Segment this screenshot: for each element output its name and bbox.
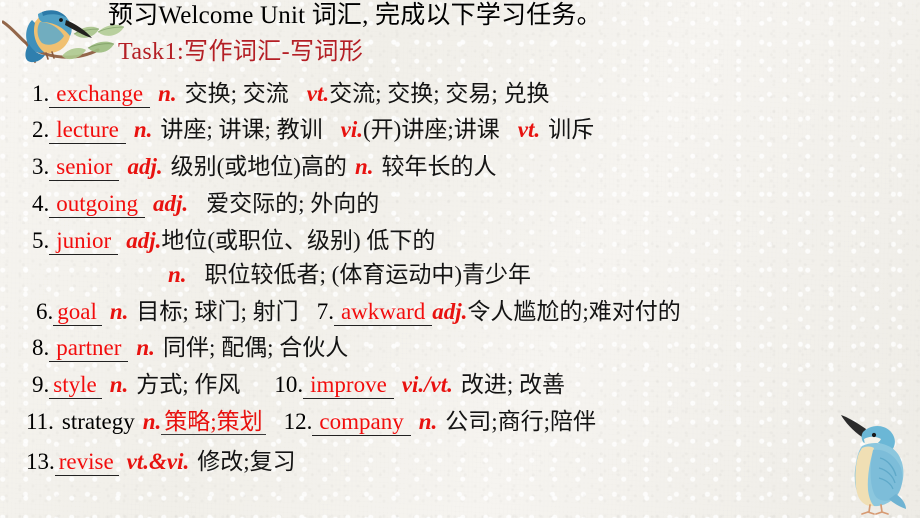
item-number: 1. [32,81,50,106]
gloss-text: 交流; 交换; 交易; 兑换 [329,81,550,106]
slide-canvas: 预习Welcome Unit 词汇, 完成以下学习任务。 Task1:写作词汇-… [0,0,920,518]
item-number: 13. [26,449,55,474]
pos-abbr: adj. [126,228,162,253]
gloss-text: 级别(或地位)高的 [170,154,347,179]
vocab-item-11: 11. strategy n. 策略;策划 12. company n. 公司;商行;陪伴 [26,410,596,436]
item-number: 8. [32,335,50,360]
pos-abbr: vt.&vi. [126,449,190,474]
answer-blank-strategy-meaning[interactable]: 策略;策划 [161,410,266,435]
gloss-text: 令人尴尬的;难对付的 [467,299,681,324]
gloss-text: 修改;复习 [197,449,296,474]
gloss-text: 职位较低者; (体育运动中)青少年 [204,262,532,287]
vocab-item-2: 2. lecture n. 讲座; 讲课; 教训 vi.(开)讲座;讲课 vt. 训斥 [32,118,594,144]
slide-text-layer: 预习Welcome Unit 词汇, 完成以下学习任务。 Task1:写作词汇-… [0,0,920,518]
gloss-text: (开)讲座;讲课 [363,117,500,142]
item-number: 2. [32,117,50,142]
task-heading: Task1:写作词汇-写词形 [118,39,364,65]
pos-abbr: n. [354,154,374,179]
pos-abbr: n. [142,409,162,434]
pos-abbr: n. [136,335,155,360]
vocab-word-strategy: strategy [61,409,135,434]
answer-blank-partner[interactable]: partner [49,336,129,362]
answer-blank-junior[interactable]: junior [49,229,119,255]
pos-abbr: adj. [127,154,163,179]
pos-abbr: n. [109,299,129,324]
answer-blank-company[interactable]: company [312,410,411,436]
answer-blank-improve[interactable]: improve [303,373,394,399]
item-number: 5. [32,228,50,253]
vocab-item-3: 3. senior adj. 级别(或地位)高的 n. 较年长的人 [32,155,496,181]
item-number: 11. [26,409,54,434]
pos-abbr: n. [109,372,129,397]
gloss-text: 目标; 球门; 射门 [136,299,299,324]
gloss-text: 较年长的人 [381,154,497,179]
vocab-item-4: 4. outgoing adj. 爱交际的; 外向的 [32,192,379,218]
gloss-text: 地位(或职位、级别) 低下的 [161,228,436,253]
pos-abbr: n. [418,409,438,434]
pos-abbr: adj. [153,191,189,216]
vocab-item-6: 6. goal n. 目标; 球门; 射门 7. awkward adj.令人尴尬的;难对付… [36,300,681,326]
pos-abbr: vi./vt. [401,372,453,397]
vocab-item-5: 5. junior adj.地位(或职位、级别) 低下的 [32,229,435,255]
gloss-text: 公司;商行;陪伴 [445,409,597,434]
answer-blank-awkward[interactable]: awkward [333,300,433,326]
item-number: 6. [36,299,54,324]
vocab-item-5-continuation: n. 职位较低者; (体育运动中)青少年 [168,263,531,286]
item-number: 9. [32,372,50,397]
item-number: 12. [283,409,313,434]
gloss-text: 训斥 [548,117,595,142]
gloss-text: 同伴; 配偶; 合伙人 [162,335,349,360]
item-number: 10. [274,372,304,397]
item-number: 7. [316,299,334,324]
slide-title: 预习Welcome Unit 词汇, 完成以下学习任务。 [108,2,602,29]
pos-abbr: vi. [340,117,364,142]
pos-abbr: vt. [517,117,541,142]
pos-abbr: vt. [306,81,330,106]
gloss-text: 爱交际的; 外向的 [206,191,380,216]
item-number: 3. [32,154,50,179]
answer-blank-style[interactable]: style [49,373,102,399]
gloss-text: 改进; 改善 [460,372,566,397]
item-number: 4. [32,191,50,216]
gloss-text: 讲座; 讲课; 教训 [160,117,323,142]
answer-blank-lecture[interactable]: lecture [49,118,126,144]
pos-abbr: n. [133,117,153,142]
gloss-text: 交换; 交流 [184,81,289,106]
vocab-item-9: 9. style n. 方式; 作风 10. improve vi./vt. 改进; 改善 [32,373,565,399]
answer-blank-exchange[interactable]: exchange [49,82,151,108]
pos-abbr: n. [168,262,187,287]
answer-blank-senior[interactable]: senior [49,155,120,181]
vocab-item-8: 8. partner n. 同伴; 配偶; 合伙人 [32,336,348,362]
answer-blank-outgoing[interactable]: outgoing [49,192,146,218]
answer-blank-goal[interactable]: goal [53,300,102,326]
vocab-item-1: 1. exchange n. 交换; 交流 vt.交流; 交换; 交易; 兑换 [32,82,550,108]
pos-abbr: adj. [432,299,468,324]
vocab-item-13: 13. revise vt.&vi. 修改;复习 [26,450,296,476]
gloss-text: 方式; 作风 [136,372,241,397]
answer-blank-revise[interactable]: revise [54,450,119,476]
pos-abbr: n. [158,81,177,106]
